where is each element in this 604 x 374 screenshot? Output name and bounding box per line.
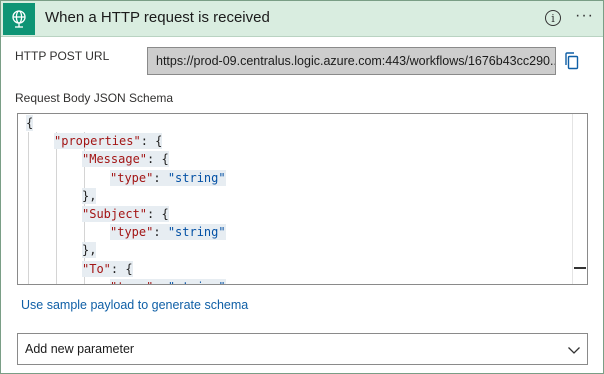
json-punctuation: : { [147, 152, 169, 167]
json-punctuation: : [153, 225, 168, 240]
code-line: "type": "string" [18, 278, 575, 284]
json-punctuation: { [26, 116, 34, 130]
json-punctuation: : { [140, 134, 163, 149]
chevron-down-icon [567, 343, 581, 357]
scrollbar-marker [574, 267, 586, 269]
json-punctuation: }, [82, 243, 97, 258]
code-line: "Message": { [18, 150, 575, 168]
generate-schema-link[interactable]: Use sample payload to generate schema [21, 298, 248, 312]
code-line: "Subject": { [18, 205, 575, 223]
json-schema-editor[interactable]: {"properties": {"Message": {"type": "str… [17, 113, 588, 285]
json-key: "type" [110, 225, 154, 240]
code-line: "properties": { [18, 132, 575, 150]
json-key: "type" [110, 170, 154, 185]
code-line: "type": "string" [18, 223, 575, 241]
code-area[interactable]: {"properties": {"Message": {"type": "str… [18, 114, 575, 284]
json-value: "string" [167, 225, 226, 240]
json-punctuation: : { [147, 206, 169, 221]
dropdown-placeholder: Add new parameter [25, 342, 135, 356]
json-value: "string" [167, 170, 226, 185]
http-post-url-field[interactable]: https://prod-09.centralus.logic.azure.co… [147, 47, 556, 75]
info-icon[interactable]: i [545, 10, 561, 26]
schema-label: Request Body JSON Schema [15, 91, 174, 105]
code-line: }, [18, 187, 575, 205]
http-request-globe-icon [3, 3, 35, 35]
json-punctuation: : [153, 170, 168, 185]
add-new-parameter-dropdown[interactable]: Add new parameter [17, 333, 588, 365]
code-line: "type": "string" [18, 169, 575, 187]
card-title: When a HTTP request is received [45, 9, 270, 26]
code-line: }, [18, 241, 575, 259]
json-key: "type" [110, 280, 153, 284]
editor-scrollbar[interactable] [572, 114, 587, 284]
trigger-card: When a HTTP request is received i ··· HT… [0, 0, 604, 374]
json-key: "Subject" [82, 206, 148, 221]
json-value: "string" [168, 280, 226, 284]
json-punctuation: }, [82, 188, 97, 203]
json-key: "To" [82, 261, 111, 276]
json-key: "Message" [82, 152, 148, 167]
card-header[interactable]: When a HTTP request is received i ··· [1, 1, 603, 37]
http-post-url-label: HTTP POST URL [15, 49, 110, 63]
json-punctuation: : [153, 280, 167, 284]
code-line: { [18, 114, 575, 132]
json-key: "properties" [54, 134, 141, 149]
more-options-icon[interactable]: ··· [575, 7, 594, 25]
copy-icon[interactable] [563, 51, 581, 71]
code-line: "To": { [18, 260, 575, 278]
json-punctuation: : { [110, 261, 133, 276]
